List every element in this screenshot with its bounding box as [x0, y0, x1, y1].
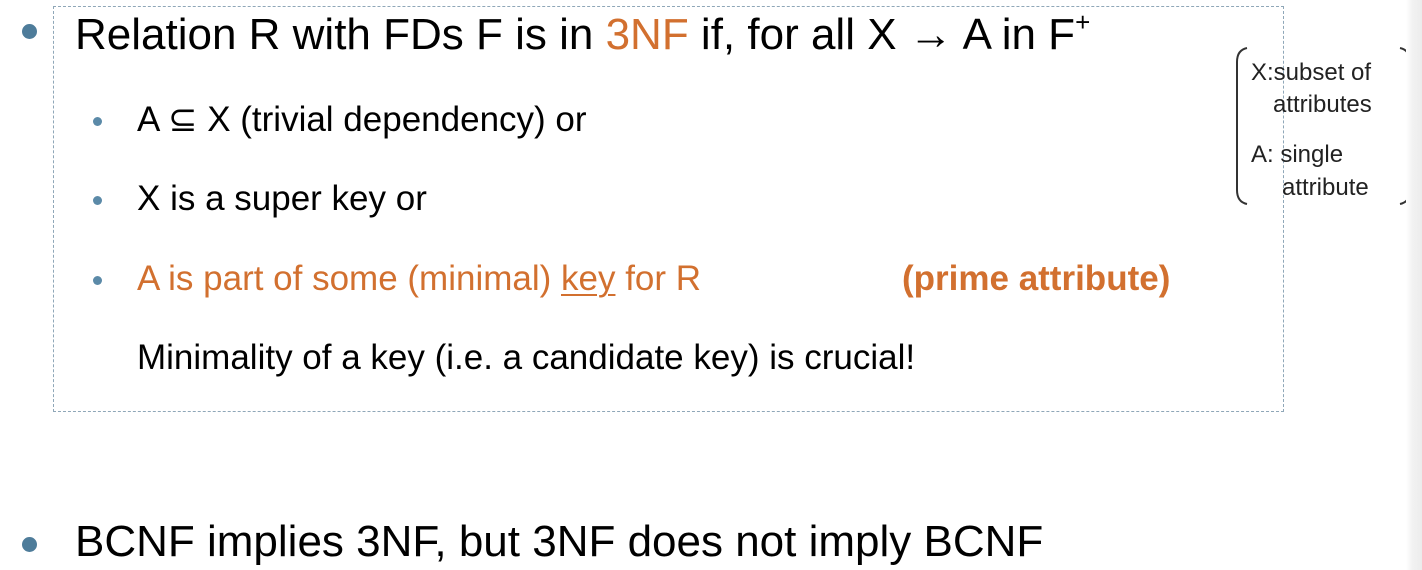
side-note-line-2: attributes — [1273, 91, 1372, 118]
minimality-remark: Minimality of a key (i.e. a candidate ke… — [137, 338, 916, 377]
slide: Relation R with FDs F is in 3NF if, for … — [0, 0, 1422, 570]
bullet-point-2 — [22, 537, 37, 552]
bullet-point-1 — [22, 24, 37, 39]
definition-prefix: Relation R with FDs F is in — [75, 10, 606, 59]
bullet-condition-3 — [93, 276, 102, 285]
condition-trivial: A ⊆ X (trivial dependency) or — [137, 100, 587, 139]
definition-suffix: if, for all X → A in F — [688, 10, 1076, 59]
condition-superkey: X is a super key or — [137, 179, 427, 218]
slide-edge — [1406, 0, 1422, 570]
definition-heading: Relation R with FDs F is in 3NF if, for … — [75, 9, 1090, 59]
condition-prime-suffix: for R — [615, 259, 702, 298]
side-note-line-1: X:subset of — [1251, 59, 1372, 86]
bullet-condition-2 — [93, 196, 102, 205]
side-note-line-3: A: single — [1251, 141, 1344, 168]
bcnf-statement: BCNF implies 3NF, but 3NF does not imply… — [75, 517, 1044, 566]
bullet-condition-1 — [93, 117, 102, 126]
term-3nf: 3NF — [605, 10, 689, 59]
left-brace-icon — [1236, 47, 1248, 205]
closure-superscript: + — [1075, 7, 1091, 37]
condition-prime: A is part of some (minimal) key for R — [137, 261, 701, 296]
prime-attribute-note: (prime attribute) — [902, 259, 1171, 298]
key-term: key — [561, 259, 616, 298]
side-note-line-4: attribute — [1282, 174, 1369, 201]
condition-prime-prefix: A is part of some (minimal) — [137, 259, 561, 298]
